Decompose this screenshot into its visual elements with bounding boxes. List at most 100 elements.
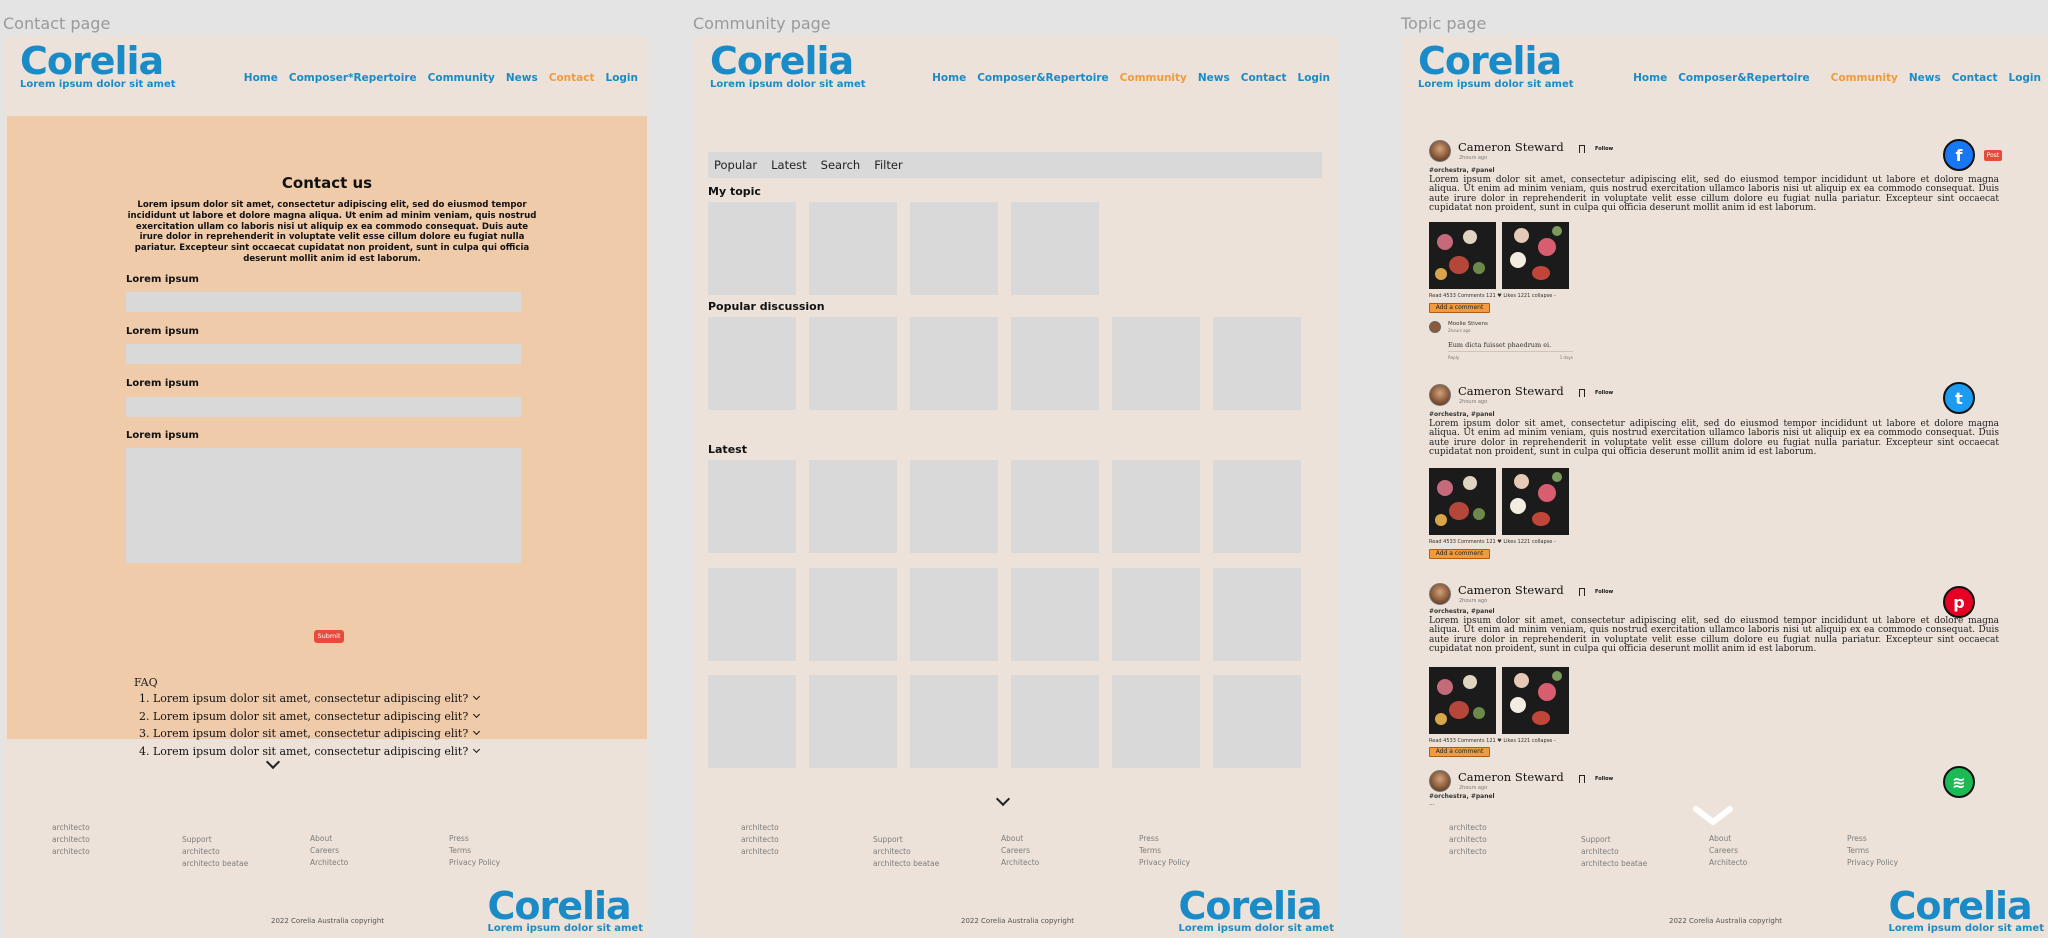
tab-popular[interactable]: Popular [714, 158, 757, 172]
footer-link[interactable]: architecto beatae [873, 858, 939, 870]
latest-card[interactable] [1213, 675, 1301, 768]
footer-link[interactable]: About [1709, 833, 1747, 845]
follow-button[interactable]: Follow [1595, 390, 1613, 396]
flower-painting-image[interactable] [1502, 667, 1569, 734]
discussion-card[interactable] [910, 317, 998, 410]
nav-home[interactable]: Home [932, 72, 966, 84]
reply-link[interactable]: Reply [1448, 355, 1459, 360]
nav-home[interactable]: Home [1633, 72, 1667, 84]
pinterest-icon[interactable]: p [1943, 586, 1975, 618]
latest-card[interactable] [1213, 568, 1301, 661]
footer-link[interactable]: Press [449, 833, 500, 845]
discussion-card[interactable] [1011, 317, 1099, 410]
latest-card[interactable] [1011, 568, 1099, 661]
footer-link[interactable]: Careers [1709, 845, 1747, 857]
footer-link[interactable]: About [1001, 833, 1039, 845]
follow-button[interactable]: Follow [1595, 589, 1613, 595]
text-field[interactable] [126, 292, 521, 312]
text-field[interactable] [126, 397, 521, 417]
footer-link[interactable]: architecto [1449, 846, 1487, 858]
post-button[interactable]: Post [1984, 150, 2002, 161]
topic-card[interactable] [809, 202, 897, 295]
follow-button[interactable]: Follow [1595, 146, 1613, 152]
nav-composer-repertoire[interactable]: Composer*Repertoire [289, 72, 417, 84]
nav-login[interactable]: Login [1298, 72, 1331, 84]
faq-item[interactable]: 1. Lorem ipsum dolor sit amet, consectet… [139, 692, 481, 705]
footer-link[interactable]: Architecto [1001, 857, 1039, 869]
add-comment-button[interactable]: Add a comment [1429, 549, 1490, 559]
nav-news[interactable]: News [1198, 72, 1230, 84]
footer-link[interactable]: About [310, 833, 348, 845]
nav-news[interactable]: News [506, 72, 538, 84]
discussion-card[interactable] [1112, 317, 1200, 410]
post-author[interactable]: Cameron Steward [1458, 583, 1564, 597]
discussion-card[interactable] [1213, 317, 1301, 410]
footer-link[interactable]: Careers [1001, 845, 1039, 857]
footer-link[interactable]: Architecto [1709, 857, 1747, 869]
nav-community[interactable]: Community [1831, 72, 1898, 84]
post-tags[interactable]: #orchestra, #panel [1429, 608, 1495, 615]
footer-link[interactable]: architecto [741, 846, 779, 858]
logo[interactable]: Corelia Lorem ipsum dolor sit amet [710, 42, 866, 90]
tab-filter[interactable]: Filter [874, 158, 902, 172]
faq-item[interactable]: 2. Lorem ipsum dolor sit amet, consectet… [139, 710, 481, 723]
message-textarea[interactable] [126, 448, 521, 563]
latest-card[interactable] [809, 568, 897, 661]
nav-home[interactable]: Home [244, 72, 278, 84]
latest-card[interactable] [1011, 460, 1099, 553]
bookmark-icon[interactable] [1579, 588, 1585, 596]
discussion-card[interactable] [708, 317, 796, 410]
footer-link[interactable]: Terms [449, 845, 500, 857]
latest-card[interactable] [708, 675, 796, 768]
footer-link[interactable]: architecto [873, 846, 939, 858]
footer-link[interactable]: architecto [52, 834, 90, 846]
text-field[interactable] [126, 344, 521, 364]
nav-community[interactable]: Community [1120, 72, 1187, 84]
avatar[interactable] [1429, 583, 1451, 605]
bookmark-icon[interactable] [1579, 775, 1585, 783]
nav-news[interactable]: News [1909, 72, 1941, 84]
submit-button[interactable]: Submit [314, 630, 344, 643]
follow-button[interactable]: Follow [1595, 776, 1613, 782]
footer-link[interactable]: Privacy Policy [1847, 857, 1898, 869]
footer-link[interactable]: architecto [1449, 834, 1487, 846]
latest-card[interactable] [708, 460, 796, 553]
latest-card[interactable] [809, 460, 897, 553]
nav-contact[interactable]: Contact [1241, 72, 1287, 84]
footer-link[interactable]: Support [873, 834, 939, 846]
footer-link[interactable]: Press [1139, 833, 1190, 845]
latest-card[interactable] [1011, 675, 1099, 768]
post-author[interactable]: Cameron Steward [1458, 384, 1564, 398]
latest-card[interactable] [809, 675, 897, 768]
flower-painting-image[interactable] [1429, 222, 1496, 289]
bookmark-icon[interactable] [1579, 145, 1585, 153]
post-tags[interactable]: #orchestra, #panel [1429, 793, 1495, 800]
flower-painting-image[interactable] [1429, 667, 1496, 734]
footer-link[interactable]: architecto [741, 834, 779, 846]
latest-card[interactable] [1213, 460, 1301, 553]
footer-link[interactable]: Support [182, 834, 248, 846]
footer-link[interactable]: architecto [52, 822, 90, 834]
avatar[interactable] [1429, 384, 1451, 406]
latest-card[interactable] [910, 460, 998, 553]
footer-link[interactable]: Press [1847, 833, 1898, 845]
nav-contact[interactable]: Contact [1952, 72, 1998, 84]
nav-community[interactable]: Community [428, 72, 495, 84]
faq-item[interactable]: 3. Lorem ipsum dolor sit amet, consectet… [139, 727, 481, 740]
footer-link[interactable]: Privacy Policy [1139, 857, 1190, 869]
expand-more-icon[interactable] [995, 791, 1011, 807]
footer-link[interactable]: Terms [1847, 845, 1898, 857]
latest-card[interactable] [1112, 675, 1200, 768]
post-author[interactable]: Cameron Steward [1458, 140, 1564, 154]
logo[interactable]: Corelia Lorem ipsum dolor sit amet [20, 42, 176, 90]
footer-logo[interactable]: Corelia Lorem ipsum dolor sit amet [1888, 887, 2044, 934]
nav-login[interactable]: Login [606, 72, 639, 84]
nav-composer-repertoire[interactable]: Composer&Repertoire [977, 72, 1108, 84]
comment-author[interactable]: Moolie Stivens [1448, 321, 1488, 327]
footer-link[interactable]: Terms [1139, 845, 1190, 857]
footer-link[interactable]: Privacy Policy [449, 857, 500, 869]
flower-painting-image[interactable] [1502, 468, 1569, 535]
flower-painting-image[interactable] [1429, 468, 1496, 535]
twitter-icon[interactable]: t [1943, 382, 1975, 414]
topic-card[interactable] [708, 202, 796, 295]
